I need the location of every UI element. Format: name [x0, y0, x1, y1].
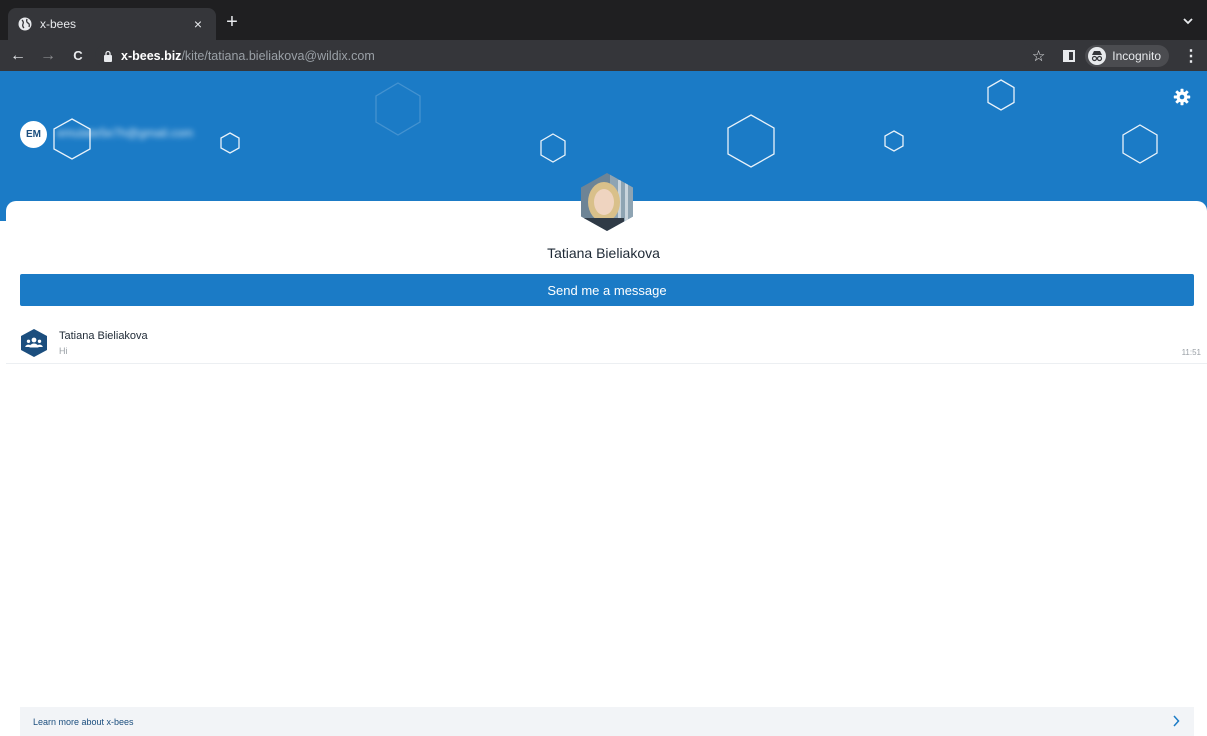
learn-more-link[interactable]: Learn more about x-bees: [20, 707, 1194, 736]
user-avatar[interactable]: EM: [20, 121, 47, 148]
globe-icon: [18, 17, 32, 31]
browser-toolbar: ← → C x-bees.biz/kite/tatiana.bieliakova…: [0, 40, 1207, 71]
profile-name: Tatiana Bieliakova: [547, 245, 660, 261]
send-message-button[interactable]: Send me a message: [20, 274, 1194, 306]
toolbar-actions: ☆ Incognito ⋮: [1032, 44, 1207, 67]
bookmark-star-icon[interactable]: ☆: [1032, 47, 1045, 65]
lock-icon: [104, 50, 112, 62]
conversation-name: Tatiana Bieliakova: [59, 330, 148, 342]
user-email: emulate5e7h@gmail.com: [57, 126, 194, 140]
new-tab-icon[interactable]: +: [222, 12, 242, 32]
browser-tab[interactable]: x-bees ×: [8, 8, 216, 40]
conversation-item[interactable]: Tatiana Bieliakova Hi 11:51: [6, 321, 1207, 364]
group-chat-icon: [21, 329, 47, 357]
gear-icon[interactable]: [1173, 88, 1191, 106]
incognito-label: Incognito: [1112, 48, 1161, 63]
chevron-right-icon: [1173, 715, 1180, 727]
tab-close-icon[interactable]: ×: [190, 16, 206, 32]
profile-avatar: [581, 173, 633, 231]
reload-button[interactable]: C: [66, 44, 90, 68]
browser-tabstrip: x-bees × +: [0, 0, 1207, 40]
conversation-preview: Hi: [59, 346, 68, 356]
browser-menu-icon[interactable]: ⋮: [1181, 46, 1201, 66]
forward-button[interactable]: →: [36, 44, 60, 68]
url-host: x-bees.biz: [121, 48, 182, 63]
conversation-time: 11:51: [1181, 348, 1201, 357]
incognito-icon: [1088, 46, 1107, 65]
tab-title: x-bees: [40, 17, 77, 31]
side-panel-icon[interactable]: [1063, 49, 1076, 62]
back-button[interactable]: ←: [6, 44, 30, 68]
address-bar[interactable]: x-bees.biz/kite/tatiana.bieliakova@wildi…: [95, 44, 1035, 67]
url-path: /kite/tatiana.bieliakova@wildix.com: [181, 48, 375, 63]
incognito-indicator[interactable]: Incognito: [1085, 44, 1169, 67]
chevron-down-icon[interactable]: [1181, 14, 1195, 28]
learn-more-label: Learn more about x-bees: [33, 716, 134, 727]
